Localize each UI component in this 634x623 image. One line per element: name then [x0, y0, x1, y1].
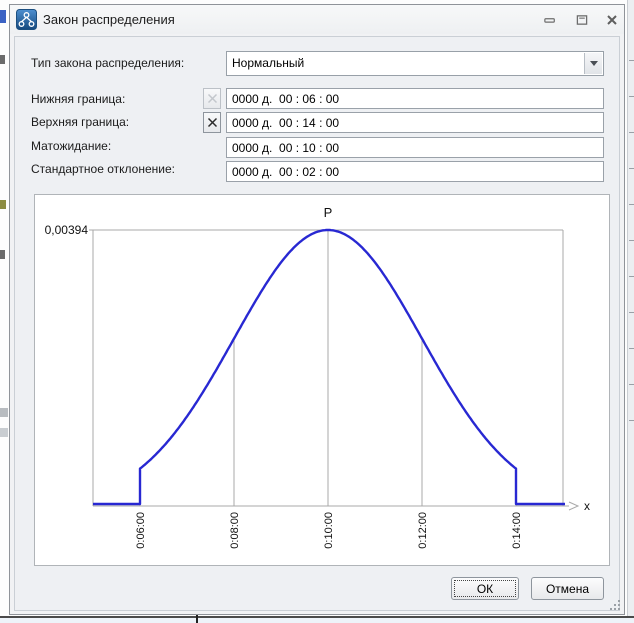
distribution-plot: 0:06:00 0:08:00 0:10:00 0:12:00 0:14:00 0,003…: [35, 195, 609, 565]
label-expected-value: Матожидание:: [31, 139, 111, 153]
x-axis-arrow-icon: [569, 502, 578, 510]
upper-bound-field[interactable]: [226, 112, 604, 133]
background-row-fragment: [0, 428, 8, 437]
distribution-type-combobox[interactable]: Нормальный: [226, 51, 604, 76]
clear-lower-bound-button[interactable]: [203, 88, 221, 109]
background-window-edge: [627, 0, 634, 623]
std-deviation-field[interactable]: [226, 161, 604, 182]
lower-bound-field[interactable]: [226, 88, 604, 109]
dialog-titlebar[interactable]: Закон распределения: [10, 5, 624, 34]
screen: Закон распределения Тип закона распред: [0, 0, 634, 623]
x-tick-label: 0:06:00: [135, 512, 147, 549]
x-tick-label: 0:10:00: [323, 512, 335, 549]
y-max-label: 0,00394: [45, 223, 89, 237]
y-axis-title: P: [324, 205, 333, 220]
background-link-fragment: [0, 10, 6, 23]
restore-icon: [576, 14, 588, 26]
background-window-tick: [196, 615, 198, 623]
x-axis-title: x: [584, 499, 590, 513]
clear-x-icon: [207, 117, 218, 128]
expected-value-field[interactable]: [226, 137, 604, 158]
minimize-icon: [544, 15, 556, 25]
resize-grip[interactable]: [608, 598, 620, 610]
distribution-curve: [93, 230, 565, 504]
label-distribution-type: Тип закона распределения:: [31, 56, 184, 70]
background-text-fragment: [0, 200, 6, 209]
cancel-button[interactable]: Отмена: [531, 577, 604, 600]
x-tick-label: 0:14:00: [511, 512, 523, 549]
combobox-value: Нормальный: [232, 56, 304, 70]
label-upper-bound: Верхняя граница:: [31, 115, 129, 129]
label-lower-bound: Нижняя граница:: [31, 92, 125, 106]
restore-button[interactable]: [570, 9, 594, 30]
background-text-fragment: [0, 55, 5, 64]
label-std-deviation: Стандартное отклонение:: [31, 162, 175, 176]
combobox-dropdown-button[interactable]: [584, 53, 602, 74]
background-text-fragment: [0, 250, 5, 259]
dialog-title: Закон распределения: [43, 12, 175, 27]
background-window-row: [0, 618, 634, 623]
ok-button[interactable]: ОК: [451, 577, 519, 600]
dropdown-arrow-icon: [590, 61, 598, 66]
clear-x-icon: [207, 93, 218, 104]
distribution-chart-panel: 0:06:00 0:08:00 0:10:00 0:12:00 0:14:00 0,003…: [34, 194, 610, 566]
close-icon: [606, 14, 618, 26]
org-chart-icon: [16, 9, 37, 30]
minimize-button[interactable]: [538, 9, 562, 30]
distribution-law-dialog: Закон распределения Тип закона распред: [9, 4, 625, 615]
x-tick-label: 0:08:00: [229, 512, 241, 549]
clear-upper-bound-button[interactable]: [203, 112, 221, 133]
background-row-fragment: [0, 408, 8, 417]
close-button[interactable]: [600, 9, 624, 30]
x-tick-label: 0:12:00: [417, 512, 429, 549]
